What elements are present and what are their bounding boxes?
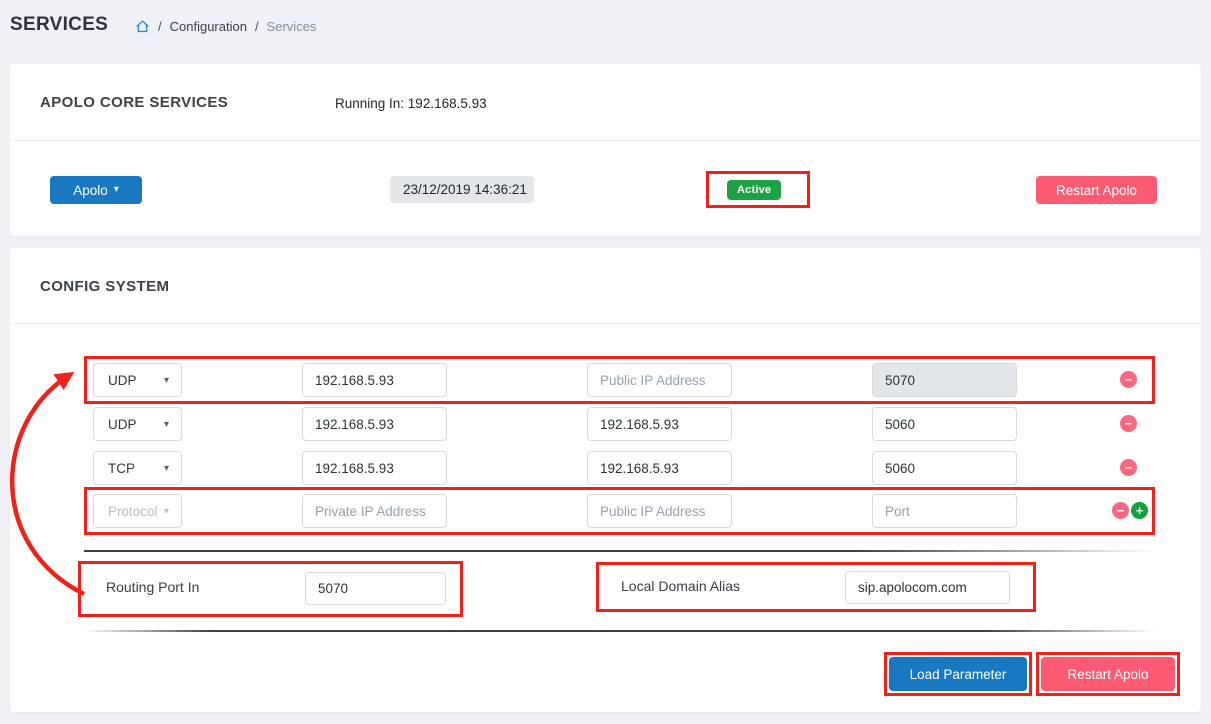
- protocol-select-value: TCP: [108, 461, 135, 476]
- breadcrumb-separator: /: [158, 19, 162, 34]
- page-title: SERVICES: [10, 14, 108, 36]
- port-input[interactable]: [872, 363, 1017, 397]
- breadcrumb-separator: /: [255, 19, 259, 34]
- protocol-select[interactable]: TCP ▾: [93, 451, 182, 485]
- protocol-row-1: UDP ▾ −: [84, 363, 1155, 397]
- local-domain-input[interactable]: [845, 571, 1010, 604]
- protocol-select-placeholder: Protocol: [108, 504, 158, 519]
- config-card-title: CONFIG SYSTEM: [40, 278, 169, 295]
- apolo-card-title: APOLO CORE SERVICES: [40, 94, 228, 111]
- caret-down-icon: ▾: [114, 185, 119, 195]
- remove-row-icon[interactable]: −: [1120, 459, 1137, 476]
- breadcrumb-services: Services: [267, 19, 317, 34]
- protocol-select[interactable]: Protocol ▾: [93, 494, 182, 528]
- private-ip-input[interactable]: [302, 494, 447, 528]
- status-badge: Active: [727, 180, 781, 200]
- apolo-dropdown-label: Apolo: [73, 183, 108, 198]
- card-divider: [10, 323, 1201, 324]
- card-divider: [10, 140, 1201, 141]
- remove-row-icon[interactable]: −: [1112, 502, 1129, 519]
- remove-row-icon[interactable]: −: [1120, 371, 1137, 388]
- apolo-dropdown-button[interactable]: Apolo ▾: [50, 176, 142, 204]
- services-page: SERVICES / Configuration / Services APOL…: [0, 0, 1211, 724]
- routing-port-input[interactable]: [305, 572, 446, 605]
- load-parameter-button[interactable]: Load Parameter: [889, 657, 1027, 691]
- remove-row-icon[interactable]: −: [1120, 415, 1137, 432]
- public-ip-input[interactable]: [587, 451, 732, 485]
- private-ip-input[interactable]: [302, 363, 447, 397]
- apolo-core-services-card: APOLO CORE SERVICES Running In: 192.168.…: [10, 64, 1201, 236]
- private-ip-input[interactable]: [302, 407, 447, 441]
- breadcrumb: / Configuration / Services: [135, 19, 316, 34]
- routing-port-label: Routing Port In: [106, 579, 199, 595]
- caret-down-icon: ▾: [164, 463, 169, 474]
- config-system-card: CONFIG SYSTEM UDP ▾ − UDP ▾ −: [10, 248, 1201, 712]
- local-domain-label: Local Domain Alias: [621, 578, 740, 594]
- protocol-select-value: UDP: [108, 373, 137, 388]
- timestamp-field[interactable]: 23/12/2019 14:36:21: [390, 176, 534, 203]
- running-in-text: Running In: 192.168.5.93: [335, 96, 487, 111]
- add-row-icon[interactable]: +: [1131, 502, 1148, 519]
- private-ip-input[interactable]: [302, 451, 447, 485]
- public-ip-input[interactable]: [587, 363, 732, 397]
- section-divider: [84, 630, 1156, 632]
- port-input[interactable]: [872, 451, 1017, 485]
- caret-down-icon: ▾: [164, 419, 169, 430]
- port-input[interactable]: [872, 494, 1017, 528]
- protocol-select[interactable]: UDP ▾: [93, 407, 182, 441]
- caret-down-icon: ▾: [164, 506, 169, 517]
- protocol-row-new: Protocol ▾ − +: [84, 494, 1155, 528]
- breadcrumb-configuration[interactable]: Configuration: [170, 19, 247, 34]
- protocol-select-value: UDP: [108, 417, 137, 432]
- port-input[interactable]: [872, 407, 1017, 441]
- restart-apolo-button-bottom[interactable]: Restart Apolo: [1041, 657, 1175, 691]
- caret-down-icon: ▾: [164, 375, 169, 386]
- section-divider: [84, 550, 1156, 552]
- protocol-row-2: UDP ▾ −: [84, 407, 1155, 441]
- protocol-select[interactable]: UDP ▾: [93, 363, 182, 397]
- public-ip-input[interactable]: [587, 407, 732, 441]
- protocol-row-3: TCP ▾ −: [84, 451, 1155, 485]
- public-ip-input[interactable]: [587, 494, 732, 528]
- home-icon[interactable]: [135, 19, 150, 34]
- restart-apolo-button-top[interactable]: Restart Apolo: [1036, 176, 1157, 204]
